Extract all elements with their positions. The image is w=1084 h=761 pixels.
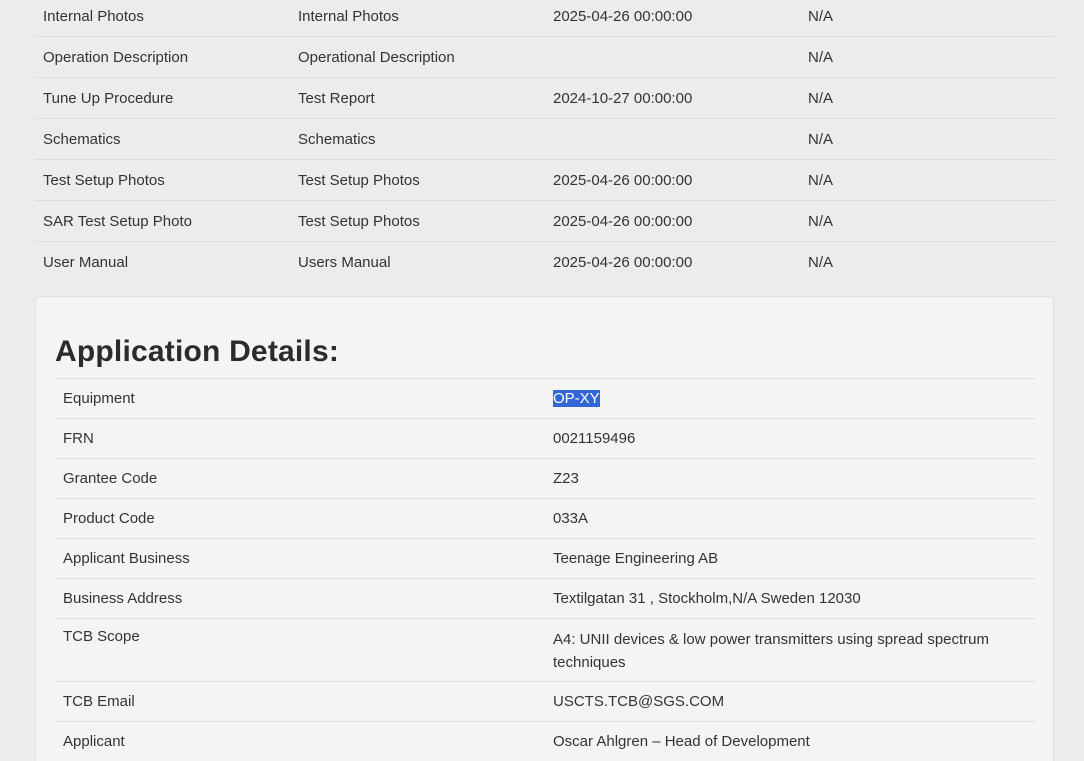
detail-row-business-address: Business Address Textilgatan 31 , Stockh… (55, 578, 1035, 618)
exhibit-confidential: N/A (808, 171, 834, 189)
exhibit-confidential: N/A (808, 253, 834, 271)
exhibit-type: Schematics (298, 130, 376, 148)
detail-label: Applicant Business (63, 550, 190, 567)
section-title: Application Details: (55, 335, 340, 368)
table-row: Schematics Schematics N/A (35, 118, 1055, 159)
exhibit-confidential: N/A (808, 7, 834, 25)
exhibit-type: Test Report (298, 89, 375, 107)
detail-label: FRN (63, 430, 94, 447)
table-row: User Manual Users Manual 2025-04-26 00:0… (35, 241, 1055, 282)
table-row: Tune Up Procedure Test Report 2024-10-27… (35, 77, 1055, 118)
detail-row-product-code: Product Code 033A (55, 498, 1035, 538)
detail-value: 0021159496 (553, 430, 636, 447)
exhibit-confidential: N/A (808, 212, 834, 230)
table-row: Internal Photos Internal Photos 2025-04-… (35, 0, 1055, 36)
exhibit-type: Operational Description (298, 48, 455, 66)
detail-row-applicant: Applicant Oscar Ahlgren – Head of Develo… (55, 721, 1035, 761)
exhibit-date: 2025-04-26 00:00:00 (553, 7, 693, 25)
detail-label: Applicant (63, 733, 125, 750)
application-details-panel: Application Details: Equipment OP-XY FRN… (35, 296, 1054, 761)
detail-row-applicant-business: Applicant Business Teenage Engineering A… (55, 538, 1035, 578)
detail-value: Z23 (553, 470, 579, 487)
detail-row-equipment: Equipment OP-XY (55, 378, 1035, 418)
table-row: Operation Description Operational Descri… (35, 36, 1055, 77)
exhibit-name[interactable]: Test Setup Photos (35, 172, 290, 189)
exhibit-date: 2025-04-26 00:00:00 (553, 212, 693, 230)
detail-value: USCTS.TCB@SGS.COM (553, 693, 725, 710)
exhibit-name[interactable]: SAR Test Setup Photo (35, 213, 290, 230)
detail-label: Equipment (63, 390, 135, 407)
exhibit-date: 2025-04-26 00:00:00 (553, 171, 693, 189)
detail-label: TCB Email (63, 693, 135, 710)
detail-label: TCB Scope (63, 628, 140, 645)
detail-row-frn: FRN 0021159496 (55, 418, 1035, 458)
table-row: Test Setup Photos Test Setup Photos 2025… (35, 159, 1055, 200)
exhibit-date: 2024-10-27 00:00:00 (553, 89, 693, 107)
exhibit-confidential: N/A (808, 89, 834, 107)
detail-value: 033A (553, 510, 589, 527)
exhibit-name[interactable]: Schematics (35, 131, 290, 148)
exhibit-confidential: N/A (808, 48, 834, 66)
exhibit-name[interactable]: User Manual (35, 254, 290, 271)
exhibit-type: Internal Photos (298, 7, 399, 25)
exhibit-name[interactable]: Operation Description (35, 49, 290, 66)
detail-label: Business Address (63, 590, 183, 607)
detail-label: Grantee Code (63, 470, 158, 487)
detail-label: Product Code (63, 510, 155, 527)
exhibit-type: Users Manual (298, 253, 391, 271)
page: Internal Photos Internal Photos 2025-04-… (0, 0, 1084, 761)
exhibit-type: Test Setup Photos (298, 171, 420, 189)
exhibit-date: 2025-04-26 00:00:00 (553, 253, 693, 271)
selected-text[interactable]: OP-XY (553, 390, 600, 407)
exhibit-name[interactable]: Tune Up Procedure (35, 90, 290, 107)
exhibit-confidential: N/A (808, 130, 834, 148)
detail-row-grantee-code: Grantee Code Z23 (55, 458, 1035, 498)
table-row: SAR Test Setup Photo Test Setup Photos 2… (35, 200, 1055, 241)
exhibits-table: Internal Photos Internal Photos 2025-04-… (35, 0, 1055, 282)
detail-value: Oscar Ahlgren – Head of Development (553, 733, 810, 750)
exhibit-name[interactable]: Internal Photos (35, 8, 290, 25)
detail-value: Textilgatan 31 , Stockholm,N/A Sweden 12… (553, 590, 861, 607)
application-details-table: Equipment OP-XY FRN 0021159496 Grantee C… (55, 378, 1035, 761)
detail-value: Teenage Engineering AB (553, 550, 719, 567)
detail-value: OP-XY (545, 387, 1035, 410)
detail-value: A4: UNII devices & low power transmitter… (553, 631, 990, 671)
detail-row-tcb-email: TCB Email USCTS.TCB@SGS.COM (55, 681, 1035, 721)
detail-row-tcb-scope: TCB Scope A4: UNII devices & low power t… (55, 618, 1035, 681)
exhibit-type: Test Setup Photos (298, 212, 420, 230)
